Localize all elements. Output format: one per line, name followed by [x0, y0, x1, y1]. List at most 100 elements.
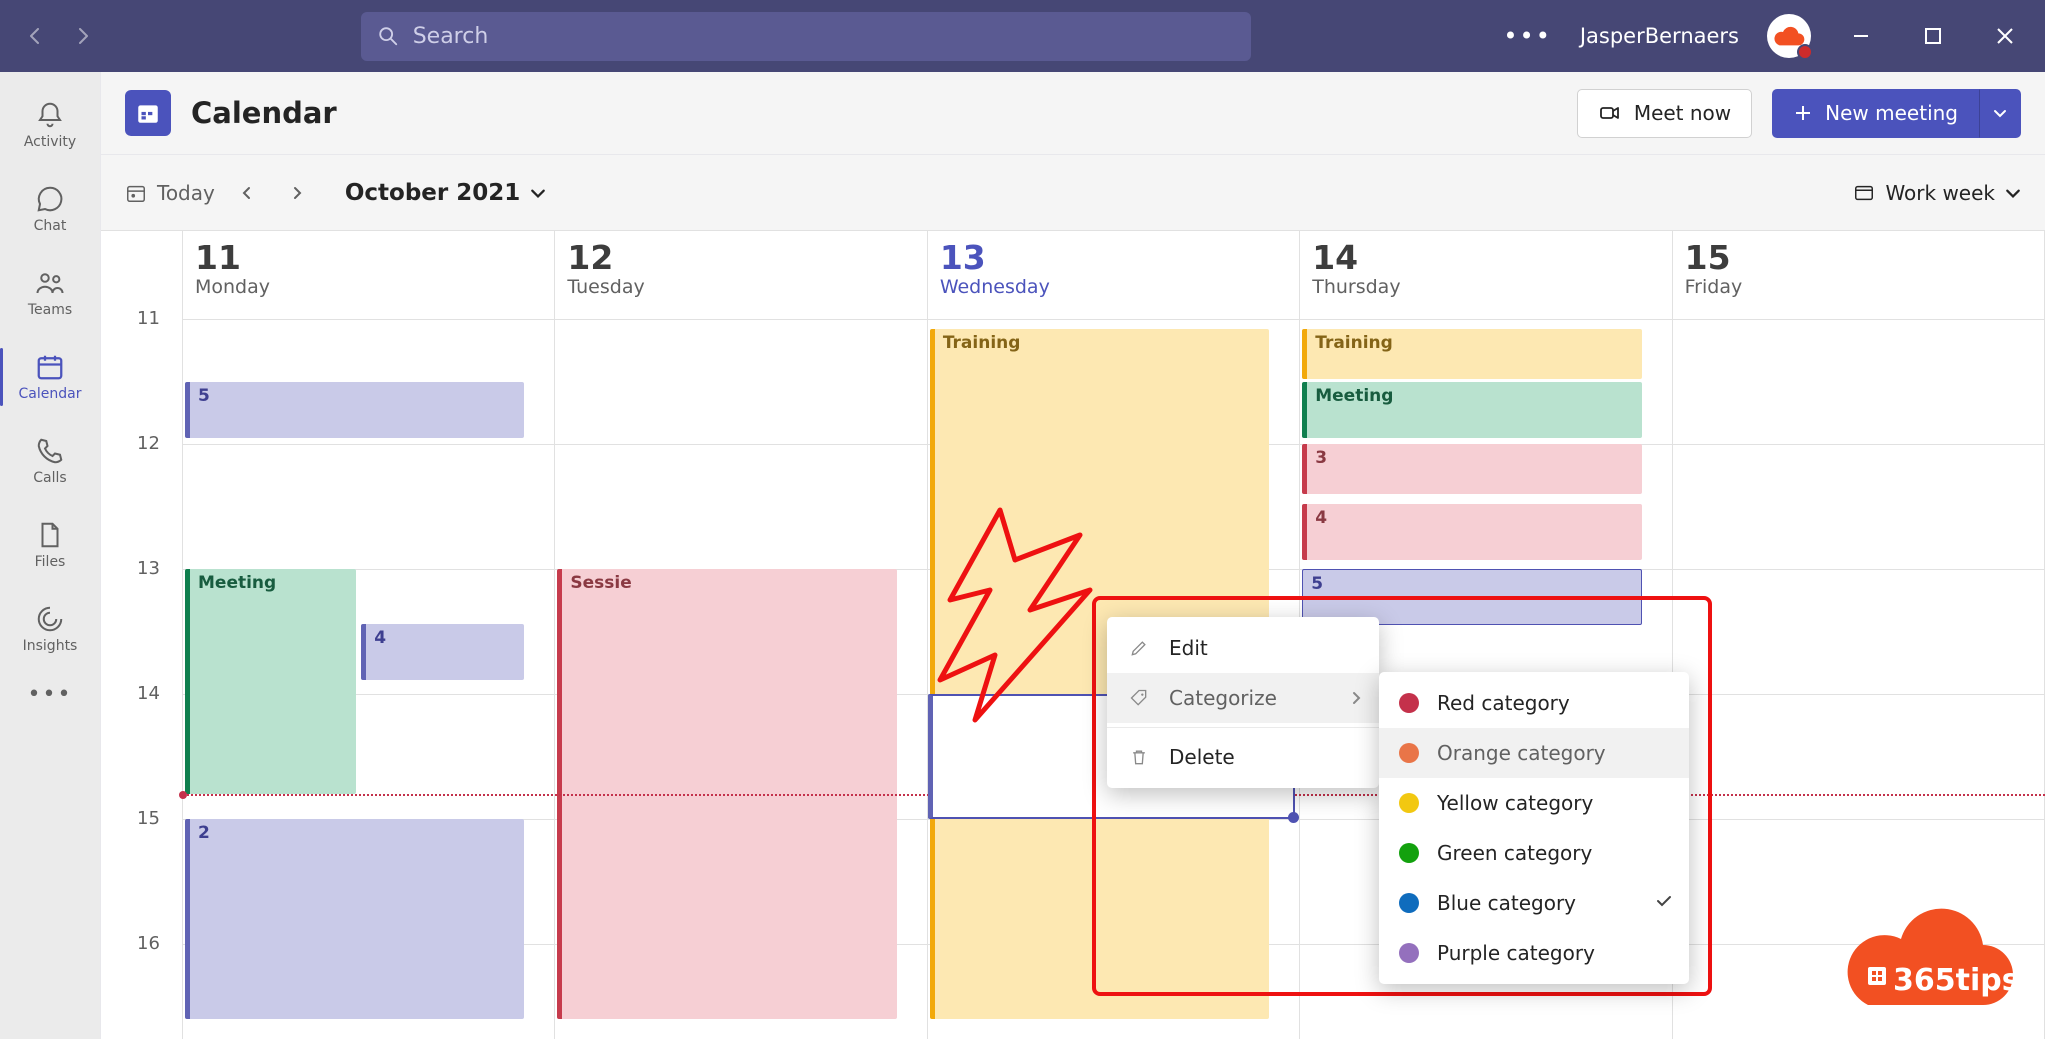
rail-activity[interactable]: Activity [0, 84, 100, 166]
day-number: 11 [195, 241, 554, 276]
day-column-friday[interactable]: 15 Friday [1673, 231, 2045, 1039]
rail-label: Calendar [19, 386, 82, 402]
day-column-tuesday[interactable]: 12 Tuesday Sessie [555, 231, 927, 1039]
resize-handle-bottom[interactable] [1288, 812, 1299, 823]
rail-label: Calls [33, 470, 66, 486]
time-gutter: 11 12 13 14 15 16 [101, 231, 183, 1039]
hour-label: 15 [101, 808, 182, 933]
next-week-button[interactable] [279, 175, 315, 211]
window-minimize-button[interactable] [1839, 14, 1883, 58]
hour-label: 14 [101, 683, 182, 808]
new-meeting-dropdown[interactable] [1979, 89, 2021, 138]
new-meeting-button[interactable]: New meeting [1772, 89, 1979, 138]
rail-label: Chat [34, 218, 67, 234]
calendar-toolbar: Today October 2021 Work week [101, 155, 2045, 231]
category-option-blue[interactable]: Blue category [1379, 878, 1689, 928]
hour-label: 13 [101, 558, 182, 683]
view-picker[interactable]: Work week [1853, 181, 2021, 205]
titlebar: ••• JasperBernaers [0, 0, 2045, 72]
context-menu-label: Categorize [1169, 686, 1277, 710]
event-2[interactable]: 2 [185, 819, 524, 1019]
day-number: 15 [1685, 241, 2044, 276]
category-label: Green category [1437, 841, 1592, 865]
today-button[interactable]: Today [125, 181, 215, 205]
video-icon [1598, 101, 1622, 125]
phone-icon [35, 436, 65, 466]
rail-teams[interactable]: Teams [0, 252, 100, 334]
calendar-icon [35, 352, 65, 382]
rail-more[interactable]: ••• [28, 682, 73, 707]
day-column-monday[interactable]: 11 Monday 5 Meeting 4 2 [183, 231, 555, 1039]
month-picker[interactable]: October 2021 [345, 180, 546, 206]
event-meeting[interactable]: Meeting [185, 569, 356, 794]
category-option-yellow[interactable]: Yellow category [1379, 778, 1689, 828]
rail-calendar[interactable]: Calendar [0, 336, 100, 418]
category-label: Purple category [1437, 941, 1595, 965]
event-4[interactable]: 4 [361, 624, 524, 680]
category-option-orange[interactable]: Orange category [1379, 728, 1689, 778]
category-label: Red category [1437, 691, 1570, 715]
window-close-button[interactable] [1983, 14, 2027, 58]
context-menu-label: Delete [1169, 745, 1235, 769]
page-header: Calendar Meet now New meeting [101, 72, 2045, 155]
event-training[interactable]: Training [1302, 329, 1641, 379]
app-rail: Activity Chat Teams Calendar Calls Files [0, 72, 101, 1039]
event-3[interactable]: 3 [1302, 444, 1641, 494]
rail-label: Insights [23, 638, 78, 654]
rail-calls[interactable]: Calls [0, 420, 100, 502]
category-label: Blue category [1437, 891, 1576, 915]
event-4[interactable]: 4 [1302, 504, 1641, 560]
view-label: Work week [1885, 181, 1995, 205]
rail-files[interactable]: Files [0, 504, 100, 586]
event-sessie[interactable]: Sessie [557, 569, 896, 1019]
file-icon [35, 520, 65, 550]
category-color-dot [1399, 843, 1419, 863]
day-name: Thursday [1312, 276, 1671, 298]
calendar-app-icon [125, 90, 171, 136]
hour-label: 12 [101, 433, 182, 558]
rail-chat[interactable]: Chat [0, 168, 100, 250]
day-number: 14 [1312, 241, 1671, 276]
search-input[interactable] [411, 23, 1235, 50]
avatar[interactable] [1767, 14, 1811, 58]
context-menu-delete[interactable]: Delete [1107, 732, 1379, 782]
chat-icon [35, 184, 65, 214]
day-name: Monday [195, 276, 554, 298]
event-title: 3 [1315, 448, 1327, 468]
chevron-down-icon [2005, 185, 2021, 201]
search-icon [377, 25, 399, 47]
presence-badge [1797, 44, 1813, 60]
rail-label: Activity [24, 134, 76, 150]
prev-week-button[interactable] [229, 175, 265, 211]
rail-insights[interactable]: Insights [0, 588, 100, 670]
category-option-purple[interactable]: Purple category [1379, 928, 1689, 978]
window-maximize-button[interactable] [1911, 14, 1955, 58]
category-label: Orange category [1437, 741, 1606, 765]
meet-now-button[interactable]: Meet now [1577, 89, 1752, 138]
context-menu-edit[interactable]: Edit [1107, 623, 1379, 673]
nav-forward-button[interactable] [68, 21, 98, 51]
rail-label: Files [35, 554, 66, 570]
event-title: Meeting [1315, 386, 1393, 406]
event-title: 5 [1311, 574, 1323, 594]
category-color-dot [1399, 893, 1419, 913]
event-meeting[interactable]: Meeting [1302, 382, 1641, 438]
more-button[interactable]: ••• [1503, 22, 1551, 50]
context-menu-categorize[interactable]: Categorize [1107, 673, 1379, 723]
meet-now-label: Meet now [1634, 101, 1731, 125]
category-option-red[interactable]: Red category [1379, 678, 1689, 728]
tag-icon [1127, 688, 1151, 708]
event-title: 4 [1315, 508, 1327, 528]
nav-back-button[interactable] [20, 21, 50, 51]
category-color-dot [1399, 693, 1419, 713]
category-submenu: Red category Orange category Yellow cate… [1379, 672, 1689, 984]
category-option-green[interactable]: Green category [1379, 828, 1689, 878]
category-color-dot [1399, 943, 1419, 963]
event-title: 5 [198, 386, 210, 406]
event-5[interactable]: 5 [185, 382, 524, 438]
month-label-text: October 2021 [345, 180, 520, 206]
pencil-icon [1127, 638, 1151, 658]
event-title: Training [943, 333, 1021, 353]
search-box[interactable] [361, 12, 1251, 61]
insights-icon [35, 604, 65, 634]
